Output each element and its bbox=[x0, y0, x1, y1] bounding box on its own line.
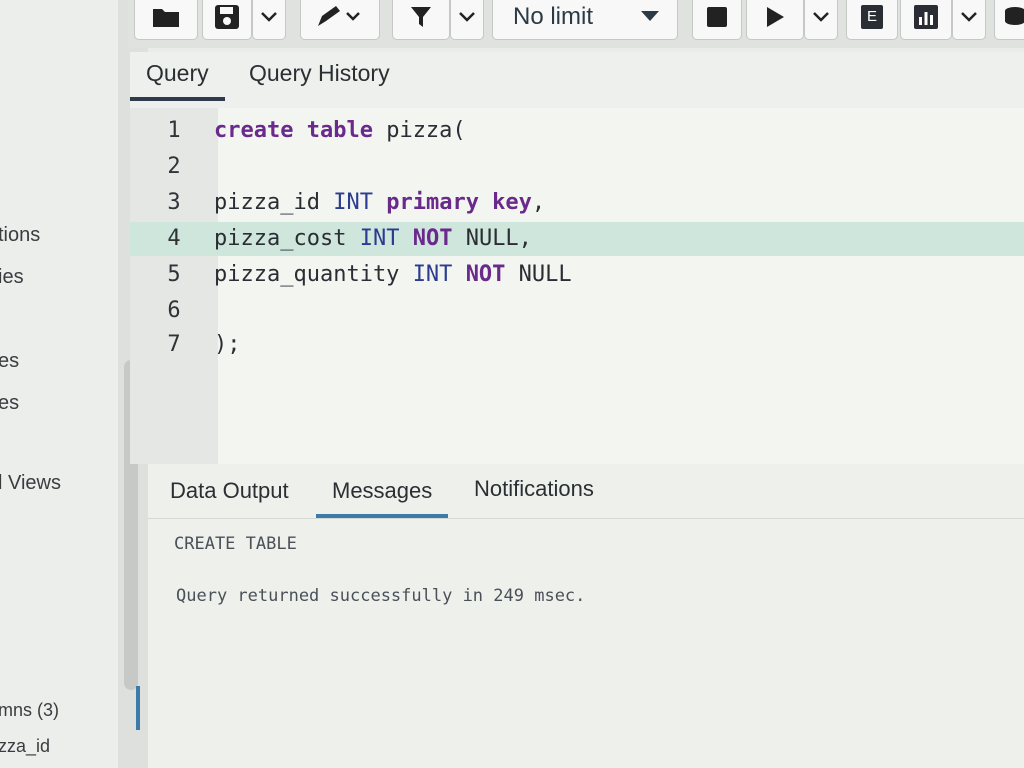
sql-identifier: pizza_quantity bbox=[214, 262, 413, 287]
filter-icon bbox=[410, 5, 432, 29]
code-line[interactable]: 2 bbox=[130, 150, 1024, 184]
code-punctuation: NULL bbox=[505, 262, 572, 287]
sidebar-item-functions[interactable]: tions bbox=[0, 224, 40, 247]
code-text: create table pizza( bbox=[214, 114, 466, 148]
execute-options-dropdown[interactable] bbox=[804, 0, 838, 40]
code-line[interactable]: 7 ); bbox=[130, 328, 1024, 362]
chevron-down-icon bbox=[261, 12, 277, 22]
explain-button[interactable]: E bbox=[846, 0, 898, 40]
line-number: 1 bbox=[167, 118, 181, 143]
sql-identifier: pizza_cost bbox=[214, 226, 360, 251]
sidebar-item-sequences[interactable]: ies bbox=[0, 266, 24, 289]
sidebar-item-tables[interactable]: es bbox=[0, 350, 19, 373]
filter-button[interactable] bbox=[392, 0, 450, 40]
code-text: ); bbox=[214, 332, 241, 357]
line-number: 6 bbox=[167, 298, 181, 323]
code-text: pizza_id INT primary key, bbox=[214, 186, 545, 220]
caret-down-icon bbox=[641, 11, 659, 21]
sidebar-item-columns[interactable]: mns (3) bbox=[0, 700, 59, 721]
tab-query[interactable]: Query bbox=[130, 60, 225, 101]
sql-keyword: create table bbox=[214, 118, 373, 143]
code-line-current[interactable]: 4 pizza_cost INT NOT NULL, bbox=[130, 222, 1024, 256]
open-file-button[interactable] bbox=[134, 0, 198, 40]
chevron-down-icon bbox=[961, 12, 977, 22]
object-browser-sidebar: tions ies es es l Views mns (3) zza_id bbox=[0, 0, 118, 768]
results-tab-bar: Data Output Messages Notifications bbox=[148, 464, 1024, 519]
edit-pen-icon bbox=[315, 5, 365, 29]
sql-type: INT bbox=[333, 190, 373, 215]
code-line[interactable]: 5 pizza_quantity INT NOT NULL bbox=[130, 258, 1024, 292]
sql-editor[interactable]: 1 create table pizza( 2 3 pizza_id INT p… bbox=[130, 108, 1024, 464]
stop-icon bbox=[707, 7, 727, 27]
query-toolbar: No limit E bbox=[128, 0, 1024, 48]
save-icon bbox=[214, 4, 240, 30]
folder-icon bbox=[152, 6, 180, 28]
explain-icon: E bbox=[861, 5, 883, 29]
line-number: 4 bbox=[167, 226, 181, 251]
line-number: 2 bbox=[167, 154, 181, 179]
play-icon bbox=[765, 6, 785, 28]
code-punctuation: , bbox=[531, 190, 546, 215]
sidebar-item-types[interactable]: es bbox=[0, 392, 19, 415]
chevron-down-icon bbox=[813, 12, 829, 22]
code-text: pizza_cost INT NOT NULL, bbox=[214, 222, 532, 256]
chevron-down-icon bbox=[459, 12, 475, 22]
message-create-table: CREATE TABLE bbox=[174, 534, 297, 554]
line-number: 7 bbox=[167, 332, 181, 357]
results-panel: Data Output Messages Notifications CREAT… bbox=[148, 464, 1024, 768]
sql-keyword: NOT bbox=[412, 226, 453, 251]
tab-messages[interactable]: Messages bbox=[316, 478, 449, 518]
sql-keyword: NOT bbox=[465, 262, 506, 287]
line-number: 3 bbox=[167, 190, 181, 215]
tab-notifications[interactable]: Notifications bbox=[458, 476, 610, 512]
code-text: pizza_quantity INT NOT NULL bbox=[214, 258, 572, 292]
filter-options-dropdown[interactable] bbox=[450, 0, 484, 40]
execute-query-button[interactable] bbox=[746, 0, 804, 40]
sidebar-selection-marker bbox=[136, 686, 140, 730]
save-options-dropdown[interactable] bbox=[252, 0, 286, 40]
query-tab-bar: Query Query History bbox=[130, 52, 1024, 109]
code-line[interactable]: 3 pizza_id INT primary key, bbox=[130, 186, 1024, 220]
tab-data-output[interactable]: Data Output bbox=[154, 478, 305, 514]
sidebar-item-materialized-views[interactable]: l Views bbox=[0, 472, 61, 495]
save-file-button[interactable] bbox=[202, 0, 252, 40]
sql-type: INT bbox=[412, 262, 453, 287]
code-line[interactable]: 6 bbox=[130, 294, 1024, 328]
explain-options-dropdown[interactable] bbox=[952, 0, 986, 40]
macros-icon bbox=[1003, 5, 1024, 29]
code-line[interactable]: 1 create table pizza( bbox=[130, 114, 1024, 148]
tab-query-history[interactable]: Query History bbox=[233, 60, 406, 97]
code-punctuation: NULL, bbox=[452, 226, 532, 251]
row-limit-select[interactable]: No limit bbox=[492, 0, 678, 40]
sql-type: INT bbox=[359, 226, 400, 251]
sql-keyword: primary key bbox=[386, 190, 532, 215]
line-number: 5 bbox=[167, 262, 181, 287]
edit-options-button[interactable] bbox=[300, 0, 380, 40]
macros-button[interactable] bbox=[994, 0, 1024, 40]
stop-query-button[interactable] bbox=[692, 0, 742, 40]
row-limit-value: No limit bbox=[513, 3, 594, 30]
explain-analyze-button[interactable] bbox=[900, 0, 952, 40]
message-query-success: Query returned successfully in 249 msec. bbox=[176, 586, 586, 606]
sidebar-item-pizza-id[interactable]: zza_id bbox=[0, 736, 50, 757]
sql-identifier: pizza( bbox=[372, 118, 466, 143]
sql-identifier: pizza_id bbox=[214, 190, 334, 215]
analyze-chart-icon bbox=[914, 5, 938, 29]
